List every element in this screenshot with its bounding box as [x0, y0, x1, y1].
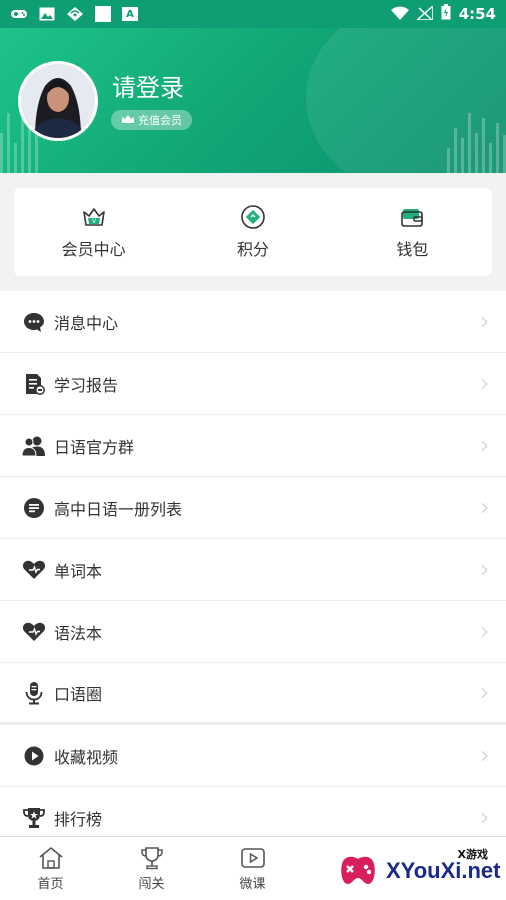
chevron-right-icon — [477, 626, 488, 637]
microphone-icon — [22, 681, 46, 705]
menu-item-grammar-book[interactable]: 语法本 — [0, 601, 506, 663]
quick-link-label: 会员中心 — [61, 240, 126, 259]
image-icon — [38, 7, 56, 21]
header-decoration-bars-right — [447, 113, 506, 173]
clock: 4:54 — [458, 5, 496, 23]
status-bar: A 4:54 — [0, 0, 506, 28]
menu-item-label: 排行榜 — [54, 809, 103, 829]
menu-item-label: 消息中心 — [54, 313, 119, 333]
avatar[interactable] — [18, 61, 98, 141]
chevron-right-icon — [477, 564, 488, 575]
chevron-right-icon — [477, 687, 488, 698]
points-icon — [240, 204, 266, 230]
quick-link-wallet[interactable]: 钱包 — [333, 188, 492, 276]
quick-link-label: 积分 — [236, 240, 269, 259]
quick-link-label: 钱包 — [396, 240, 429, 259]
message-icon — [22, 310, 46, 334]
chevron-right-icon — [477, 750, 488, 761]
battery-icon — [441, 4, 451, 24]
tab-label: 首页 — [37, 877, 64, 892]
crown-icon: V — [81, 204, 107, 230]
tab-challenge[interactable]: 闯关 — [101, 837, 202, 900]
site-watermark: X游戏 XYouXi.net — [330, 836, 506, 900]
watermark-title: XYouXi.net — [386, 858, 501, 883]
chevron-right-icon — [477, 378, 488, 389]
menu-item-saved-videos[interactable]: 收藏视频 — [0, 725, 506, 787]
gamepad-icon — [10, 7, 28, 21]
report-icon — [22, 372, 46, 396]
chevron-right-icon — [477, 440, 488, 451]
quick-link-points[interactable]: 积分 — [173, 188, 332, 276]
group-icon — [22, 434, 46, 458]
menu-item-official-group[interactable]: 日语官方群 — [0, 415, 506, 477]
chevron-right-icon — [477, 502, 488, 513]
settings-menu: 消息中心 学习报告 日语官方群 高中日语一册列表 单词本 语法本 口语圈 收藏视… — [0, 291, 506, 849]
signal-badge-icon — [66, 7, 84, 21]
menu-item-study-report[interactable]: 学习报告 — [0, 353, 506, 415]
wifi-icon — [390, 5, 409, 24]
tab-label: 闯关 — [138, 877, 165, 892]
gamepad-logo-icon — [341, 856, 375, 884]
home-icon — [37, 845, 65, 871]
menu-item-label: 收藏视频 — [54, 747, 119, 767]
quick-link-member-center[interactable]: V 会员中心 — [14, 188, 173, 276]
tab-micro-course[interactable]: 微课 — [202, 837, 303, 900]
menu-item-label: 学习报告 — [54, 375, 119, 395]
a-icon: A — [122, 7, 138, 21]
quick-links-card: V 会员中心 积分 钱包 — [14, 188, 492, 276]
menu-item-label: 日语官方群 — [54, 437, 135, 457]
blank-icon — [94, 6, 112, 22]
trophy-icon — [22, 806, 46, 830]
wallet-icon — [399, 204, 425, 230]
crown-icon — [121, 114, 135, 127]
menu-item-textbook-list[interactable]: 高中日语一册列表 — [0, 477, 506, 539]
menu-item-vocabulary-book[interactable]: 单词本 — [0, 539, 506, 601]
heart-icon — [22, 620, 46, 644]
list-icon — [22, 496, 46, 520]
menu-item-speaking-circle[interactable]: 口语圈 — [0, 663, 506, 725]
recharge-vip-button[interactable]: 充值会员 — [111, 110, 192, 130]
chevron-right-icon — [477, 812, 488, 823]
heart-icon — [22, 558, 46, 582]
menu-item-label: 高中日语一册列表 — [54, 499, 183, 519]
menu-item-label: 语法本 — [54, 623, 103, 643]
chevron-right-icon — [477, 316, 488, 327]
trophy-icon — [138, 845, 166, 871]
login-prompt[interactable]: 请登录 — [112, 68, 184, 103]
play-icon — [22, 744, 46, 768]
profile-header: 请登录 充值会员 — [0, 28, 506, 173]
video-icon — [239, 845, 267, 871]
tab-label: 微课 — [239, 877, 266, 892]
no-signal-icon — [414, 3, 434, 24]
tab-home[interactable]: 首页 — [0, 837, 101, 900]
menu-item-messages[interactable]: 消息中心 — [0, 291, 506, 353]
menu-item-label: 口语圈 — [54, 684, 103, 704]
menu-item-label: 单词本 — [54, 561, 103, 581]
recharge-vip-label: 充值会员 — [138, 114, 182, 127]
